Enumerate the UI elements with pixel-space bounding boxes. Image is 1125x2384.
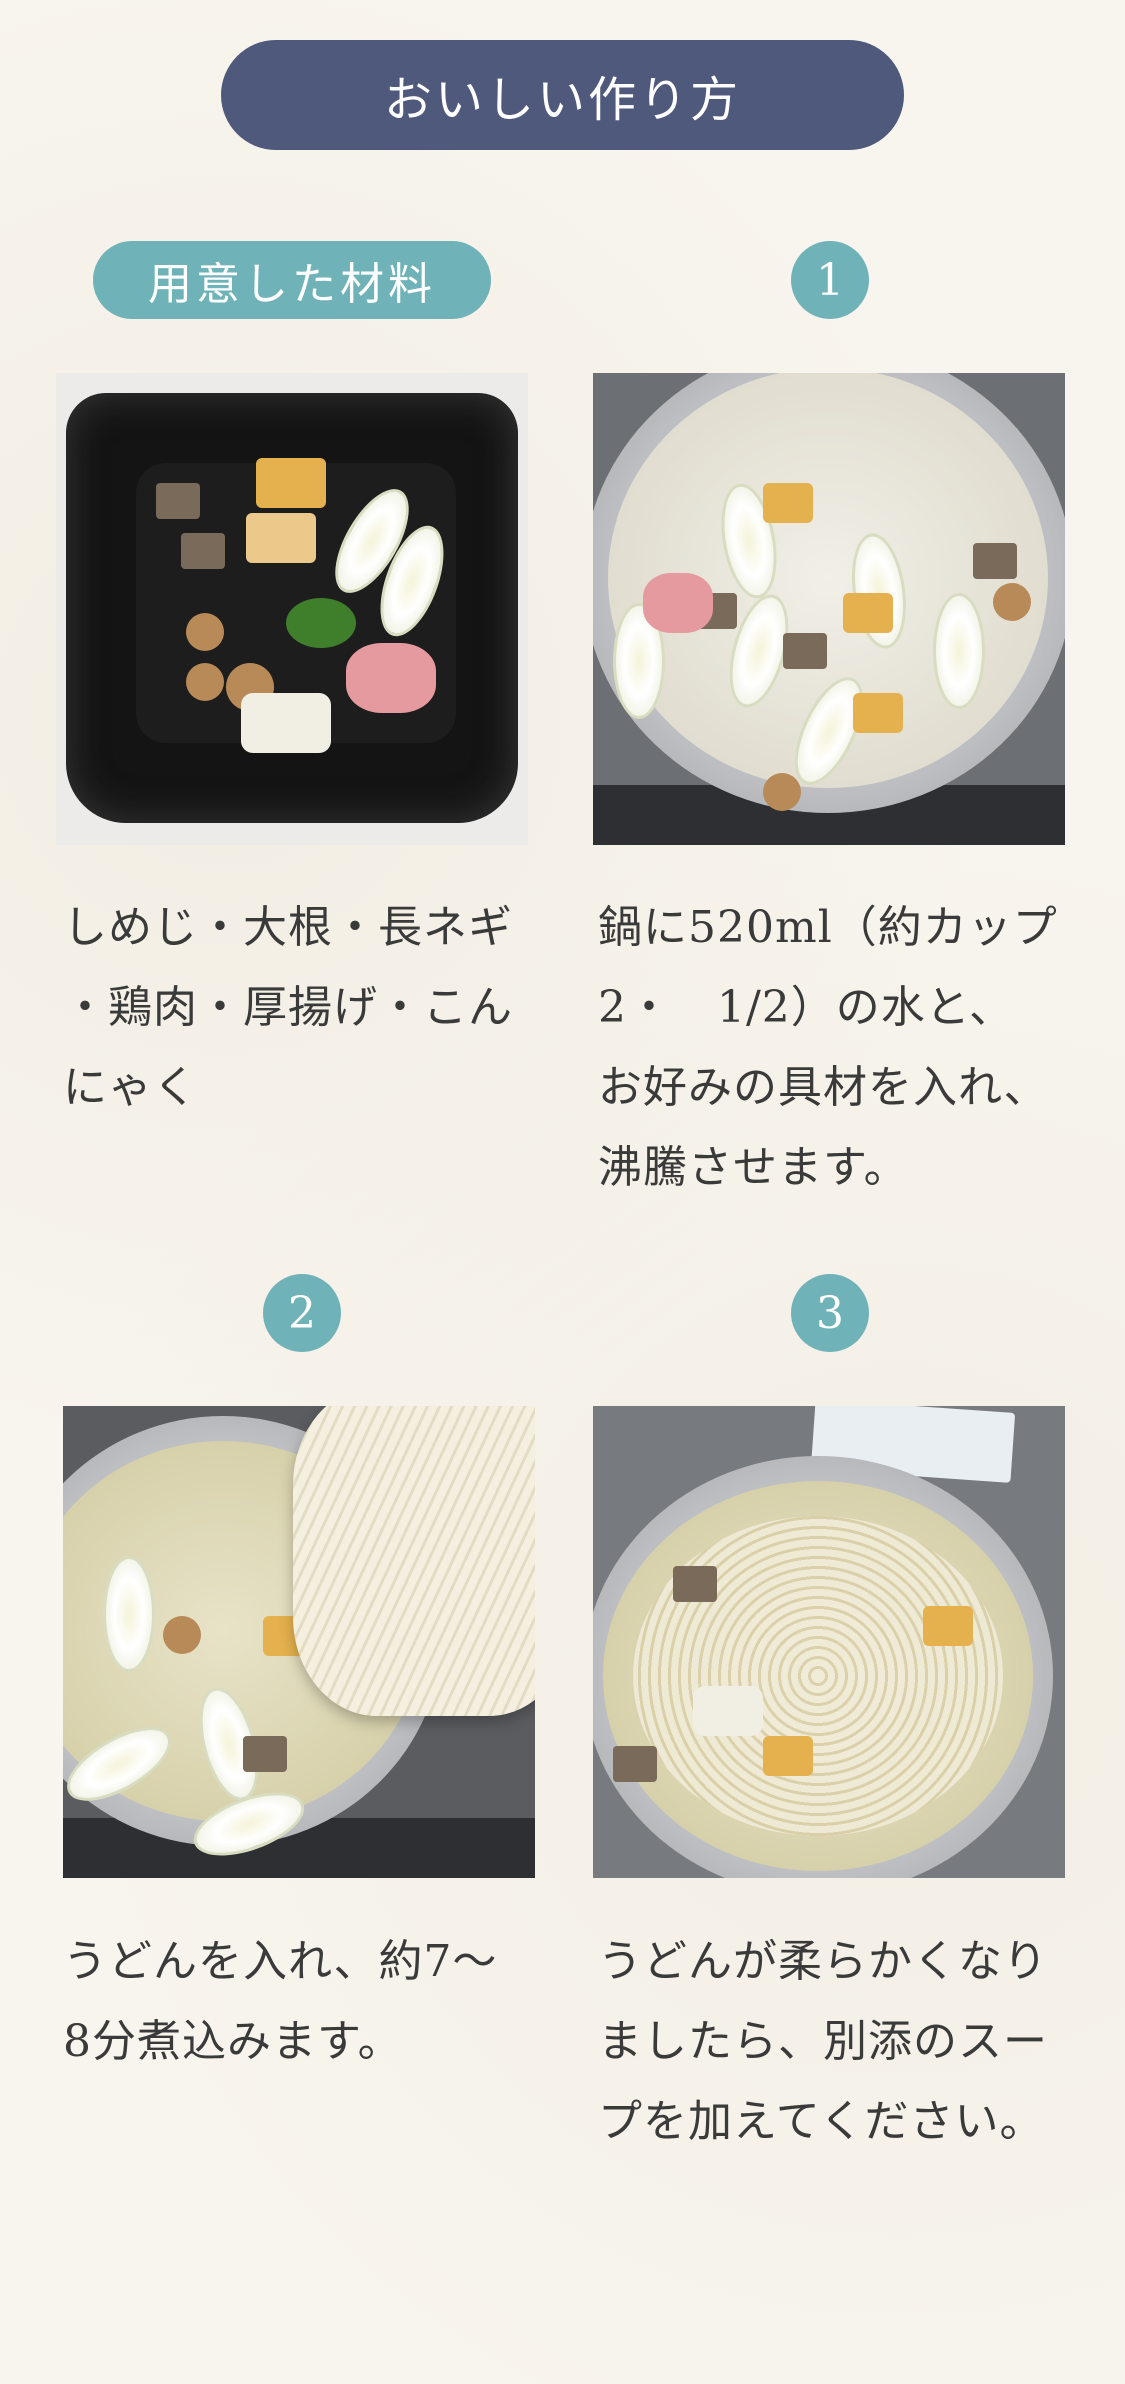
ingredients-label: 用意した材料 [93, 241, 491, 319]
parsley-garnish [286, 598, 356, 648]
atsuage-piece [853, 693, 903, 733]
step-2-caption: うどんを入れ、約7〜 8分煮込みます。 [63, 1936, 498, 2067]
chicken-piece [643, 573, 713, 633]
konjac-piece [243, 1736, 287, 1772]
shimeji-mushroom [186, 613, 224, 651]
step-1-photo [593, 373, 1065, 845]
atsuage-piece [246, 513, 316, 563]
leek-slice [933, 593, 985, 709]
atsuage-piece [763, 483, 813, 523]
udon-noodles [293, 1406, 535, 1716]
step-1-caption: 鍋に520ml（約カップ 2・ 1/2）の水と、 お好みの具材を入れ、 沸騰させ… [598, 902, 1058, 1193]
step-2-photo [63, 1406, 535, 1878]
step-3-caption: うどんが柔らかくなり ましたら、別添のスー プを加えてください。 [598, 1936, 1048, 2147]
konjac-piece [783, 633, 827, 669]
shimeji-mushroom [163, 1616, 201, 1654]
step-3-number: 3 [791, 1274, 869, 1352]
konjac-piece [613, 1746, 657, 1782]
ingredients-caption: しめじ・大根・長ネギ ・鶏肉・厚揚げ・こん にゃく [63, 902, 513, 1113]
konjac-piece [156, 483, 200, 519]
shimeji-mushroom [186, 663, 224, 701]
chicken-piece [346, 643, 436, 713]
shimeji-mushroom [763, 773, 801, 811]
step-2-number: 2 [263, 1274, 341, 1352]
konjac-piece [673, 1566, 717, 1602]
atsuage-piece [256, 458, 326, 508]
step-3-photo [593, 1406, 1065, 1878]
step-1-number: 1 [791, 241, 869, 319]
shimeji-mushroom [993, 583, 1031, 621]
daikon-piece [241, 693, 331, 753]
udon-in-pot [633, 1516, 1003, 1836]
konjac-piece [181, 533, 225, 569]
daikon-piece [693, 1686, 763, 1736]
ingredients-photo [56, 373, 528, 845]
section-title: おいしい作り方 [221, 40, 904, 150]
leek-slice [103, 1556, 155, 1672]
atsuage-piece [923, 1606, 973, 1646]
konjac-piece [973, 543, 1017, 579]
atsuage-piece [763, 1736, 813, 1776]
atsuage-piece [843, 593, 893, 633]
